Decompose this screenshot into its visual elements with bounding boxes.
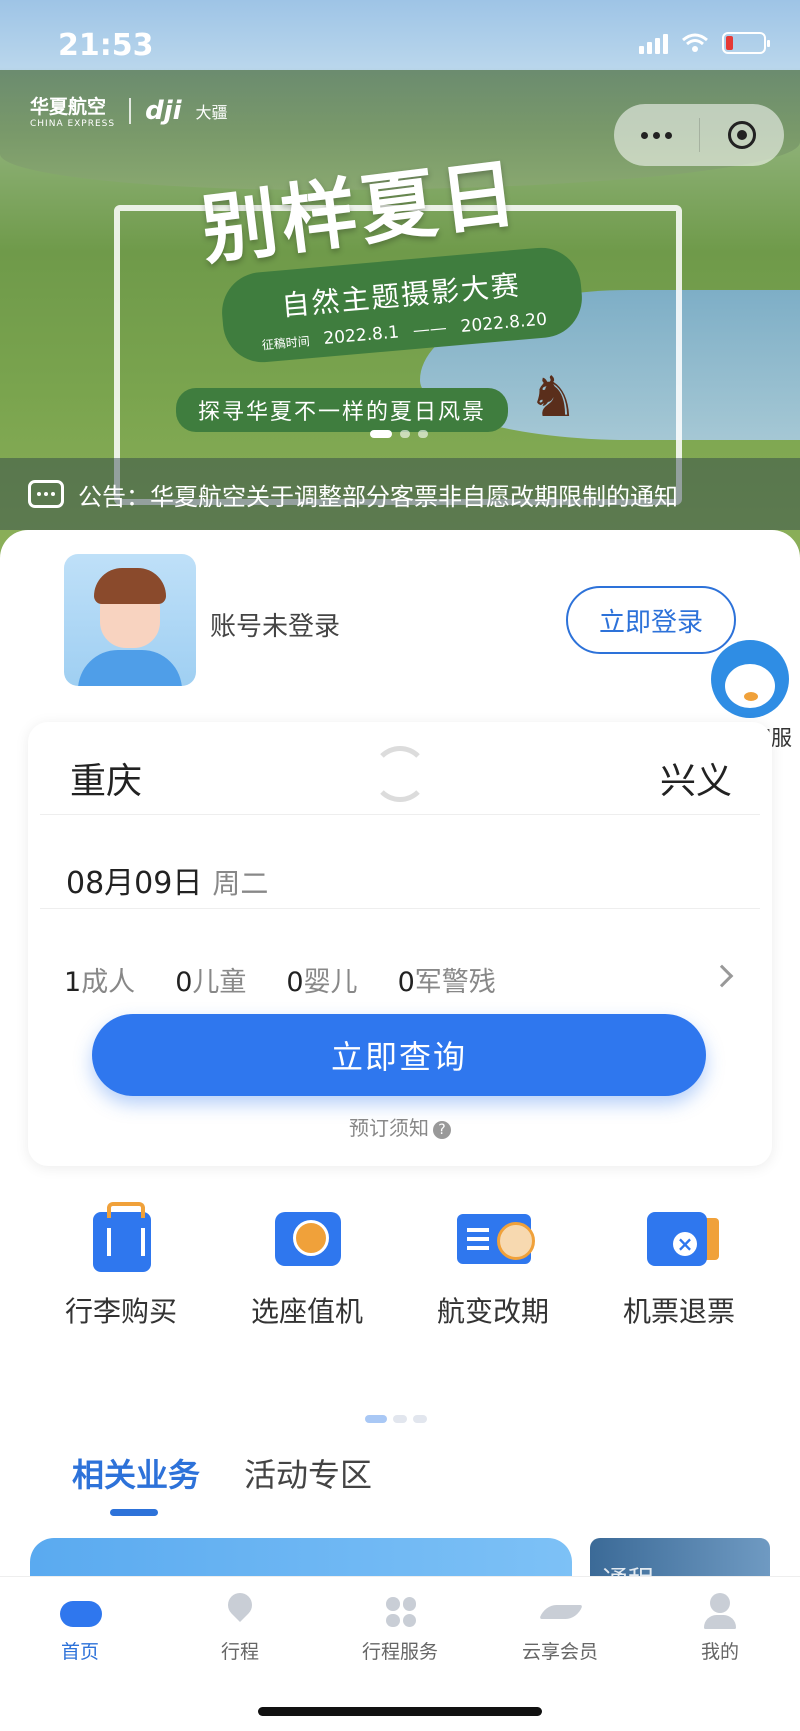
departure-city[interactable]: 重庆 [70, 752, 142, 804]
main-sheet: 账号未登录 立即登录 在线客服 重庆 兴义 08月09日周二 1成人 0儿童 0… [0, 530, 800, 1618]
departure-date[interactable]: 08月09日 周二 [66, 858, 268, 902]
luggage-icon [85, 1200, 157, 1272]
tab-activities[interactable]: 活动专区 [244, 1450, 372, 1516]
brand-logos: 华夏航空 CHINA EXPRESS dji 大疆 [30, 92, 228, 130]
user-icon [698, 1591, 742, 1631]
banner-pagination [370, 430, 428, 438]
quick-actions-pagination [365, 1415, 427, 1423]
chevron-right-icon[interactable] [710, 964, 734, 988]
quick-action-luggage[interactable]: 行李购买 [36, 1200, 206, 1330]
location-pin-icon [218, 1588, 262, 1631]
content-tabs: 相关业务 活动专区 [72, 1450, 372, 1516]
nav-membership[interactable]: 云享会员 [500, 1591, 620, 1664]
more-dots-icon [640, 131, 672, 139]
tab-related-services[interactable]: 相关业务 [72, 1450, 200, 1516]
quick-action-change[interactable]: 航变改期 [408, 1200, 578, 1330]
partner-logo: dji [145, 95, 182, 126]
more-button[interactable] [614, 104, 699, 166]
nav-profile[interactable]: 我的 [660, 1591, 780, 1664]
passenger-adult: 1成人 [64, 967, 136, 998]
arrival-city[interactable]: 兴义 [660, 752, 732, 804]
close-miniapp-button[interactable] [700, 104, 785, 166]
nav-home[interactable]: 首页 [20, 1591, 140, 1664]
status-bar: 21:53 [0, 0, 800, 90]
passenger-child: 0儿童 [175, 967, 247, 998]
battery-level [726, 36, 733, 50]
ticket-change-icon [457, 1200, 535, 1272]
flight-search-card: 重庆 兴义 08月09日 周二 1成人 0儿童 0婴儿 0军警残 立即查询 预订须… [28, 722, 772, 1166]
passenger-selector[interactable]: 1成人 0儿童 0婴儿 0军警残 [64, 960, 496, 999]
nav-trip-services[interactable]: 行程服务 [340, 1591, 460, 1664]
brand-logo: 华夏航空 CHINA EXPRESS [30, 96, 116, 129]
target-circle-icon [727, 121, 756, 149]
status-time: 21:53 [58, 28, 154, 63]
home-indicator [258, 1707, 542, 1716]
passenger-military: 0军警残 [397, 967, 496, 998]
announcement-text: 公告：华夏航空关于调整部分客票非自愿改期限制的通知 [78, 482, 678, 511]
search-flights-button[interactable]: 立即查询 [92, 1014, 706, 1096]
banner-subline: 探寻华夏不一样的夏日风景 [176, 388, 509, 432]
quick-action-seat[interactable]: 选座值机 [222, 1200, 392, 1330]
wifi-icon [682, 33, 708, 52]
ticket-refund-icon [643, 1200, 719, 1272]
grid-icon [378, 1591, 422, 1631]
announcement-bar[interactable]: 公告：华夏航空关于调整部分客票非自愿改期限制的通知 [0, 458, 800, 530]
passenger-infant: 0婴儿 [286, 967, 358, 998]
chat-bubble-icon [28, 480, 64, 508]
quick-action-refund[interactable]: 机票退票 [594, 1200, 764, 1330]
mascot-icon [711, 640, 789, 718]
brand-separator [129, 97, 132, 124]
help-icon: ? [433, 1120, 451, 1139]
partner-name: 大疆 [195, 102, 228, 122]
nav-itinerary[interactable]: 行程 [180, 1588, 300, 1664]
horse-figure: ♞ [528, 365, 579, 430]
quick-actions: 行李购买 选座值机 航变改期 机票退票 [0, 1200, 800, 1330]
signal-icon [639, 32, 668, 54]
bottom-nav: 首页 行程 行程服务 云享会员 我的 [0, 1576, 800, 1731]
home-cloud-icon [58, 1591, 102, 1631]
battery-icon [722, 32, 770, 54]
booking-notice-link[interactable]: 预订须知? [28, 1112, 772, 1141]
seat-icon [271, 1200, 343, 1272]
avatar[interactable] [64, 554, 196, 686]
miniapp-capsule [614, 104, 784, 166]
hero-banner[interactable]: 21:53 华夏航空 CHINA EXPRESS dji 大疆 别样夏日 自然主… [0, 0, 800, 560]
login-status: 账号未登录 [210, 612, 341, 642]
swap-cities-icon[interactable] [372, 746, 428, 802]
member-wing-icon [538, 1591, 583, 1631]
status-icons [639, 32, 770, 54]
